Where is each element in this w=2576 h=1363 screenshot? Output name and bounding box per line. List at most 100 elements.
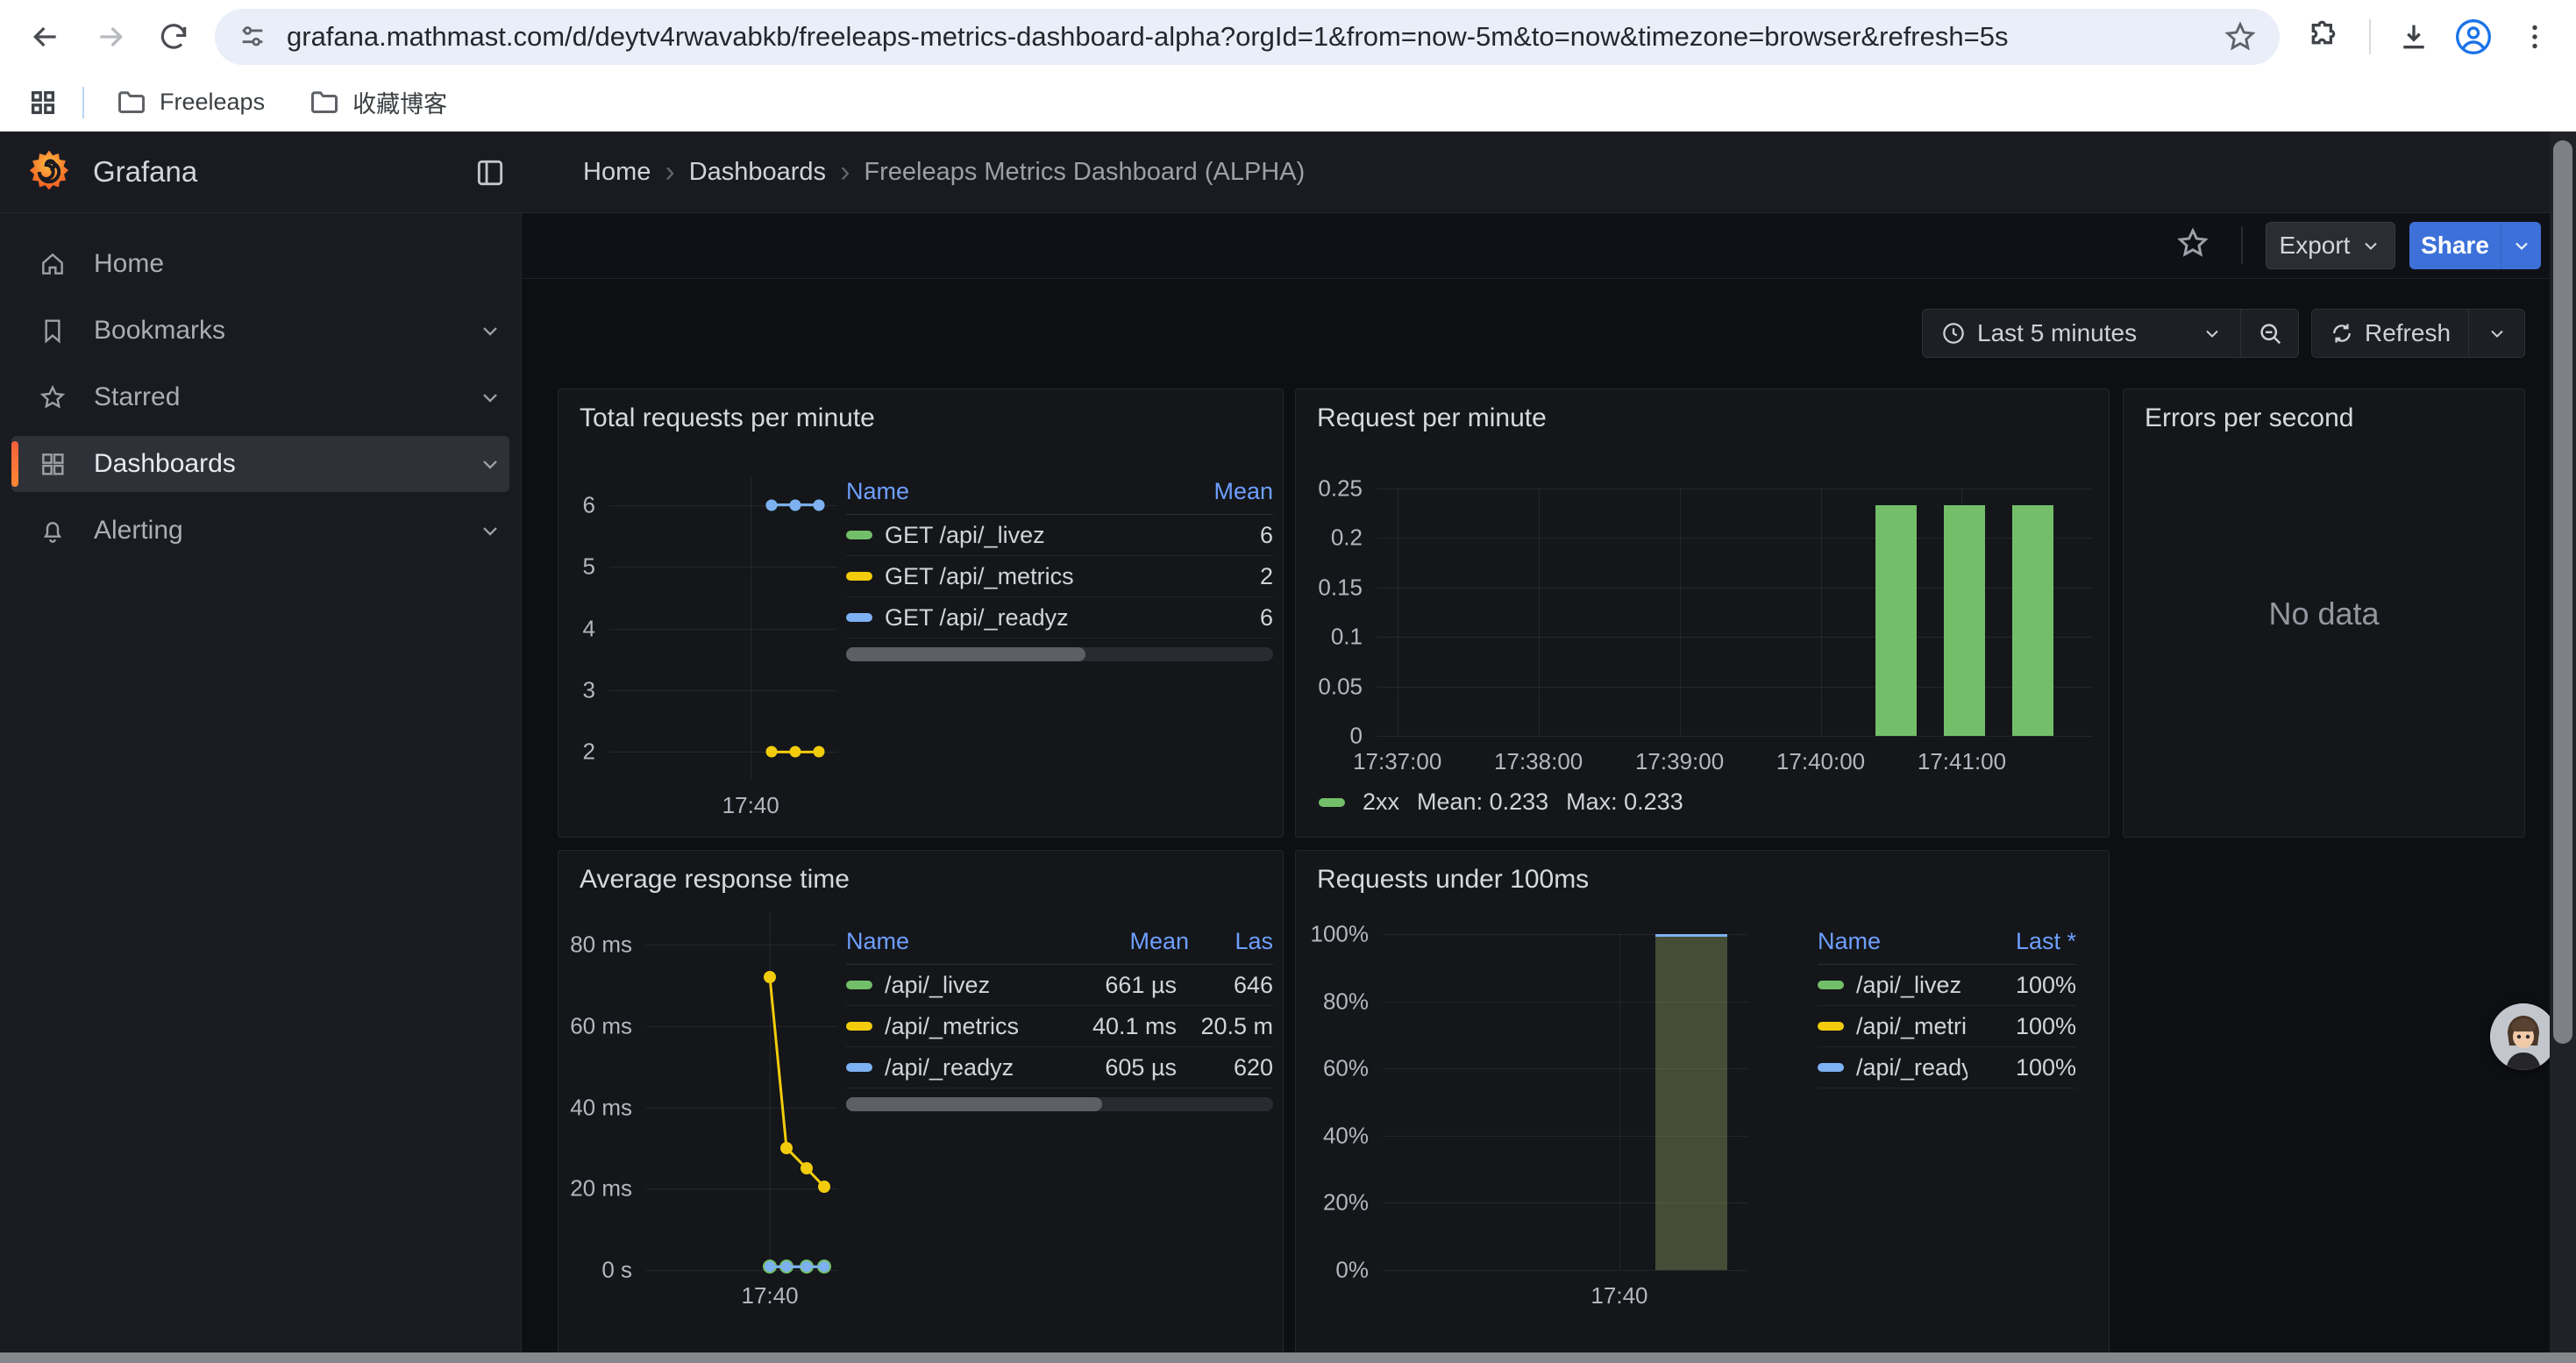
x-tick-label: 17:41:00 <box>1918 748 2006 775</box>
export-button[interactable]: Export <box>2266 222 2395 269</box>
breadcrumb-current: Freeleaps Metrics Dashboard (ALPHA) <box>864 158 1305 187</box>
legend-row[interactable]: GET /api/_readyz 6 <box>846 597 1273 639</box>
y-tick-label: 0.1 <box>1331 624 1363 651</box>
legend-row[interactable]: /api/_livez 661 µs 646 <box>846 965 1273 1006</box>
legend-table: Name Mean Las /api/_livez 661 µs 646 /ap… <box>846 923 1273 1111</box>
bell-icon <box>11 517 94 545</box>
x-tick-label: 17:37:00 <box>1353 748 1441 775</box>
panel-title[interactable]: Total requests per minute <box>580 403 875 433</box>
share-button[interactable]: Share <box>2409 222 2501 269</box>
chevron-down-icon <box>2360 235 2381 256</box>
panel-title[interactable]: Average response time <box>580 865 850 895</box>
grafana-header: Grafana Home › Dashboards › Freeleaps Me… <box>0 132 2576 213</box>
series-mean: Mean: 0.233 <box>1417 789 1548 816</box>
chevron-down-icon[interactable] <box>478 318 502 343</box>
extensions-icon[interactable] <box>2302 15 2345 59</box>
legend-col-last[interactable]: Last * <box>1980 928 2076 955</box>
legend-col-name[interactable]: Name <box>846 478 1177 505</box>
panel-title[interactable]: Request per minute <box>1317 403 1547 433</box>
back-icon[interactable] <box>19 11 72 63</box>
url-text[interactable]: grafana.mathmast.com/d/deytv4rwavabkb/fr… <box>287 21 2224 53</box>
chevron-down-icon[interactable] <box>478 452 502 476</box>
zoom-out-button[interactable] <box>2241 309 2299 358</box>
bookmark-folder-blogs[interactable]: 收藏博客 <box>295 80 461 125</box>
time-picker-group: Last 5 minutes <box>1922 309 2299 358</box>
horizontal-scrollbar[interactable] <box>0 1352 2576 1363</box>
average-response-time-chart[interactable]: 0 s20 ms40 ms60 ms80 ms17:40 <box>646 912 837 1270</box>
series-color-pill <box>846 531 872 539</box>
chevron-down-icon[interactable] <box>478 385 502 410</box>
sidebar-item-starred[interactable]: Starred <box>11 369 509 425</box>
x-tick-label: 17:40 <box>1590 1282 1647 1309</box>
series-color-pill <box>846 981 872 989</box>
refresh-button[interactable]: Refresh <box>2311 309 2469 358</box>
grafana-logo[interactable] <box>25 147 74 196</box>
series-name[interactable]: 2xx <box>1363 789 1399 816</box>
legend-row[interactable]: /api/_livez 100% <box>1818 965 2076 1006</box>
legend-row[interactable]: /api/_metrics 40.1 ms 20.5 m <box>846 1006 1273 1047</box>
legend-row[interactable]: /api/_readyz 100% <box>1818 1047 2076 1088</box>
url-bar[interactable]: grafana.mathmast.com/d/deytv4rwavabkb/fr… <box>215 9 2280 65</box>
share-dropdown-button[interactable] <box>2501 222 2541 269</box>
sidebar-toggle-icon[interactable] <box>473 156 507 189</box>
legend-row[interactable]: GET /api/_livez 6 <box>846 515 1273 556</box>
sidebar-item-dashboards[interactable]: Dashboards <box>11 436 509 492</box>
toolbar-divider <box>2241 227 2243 264</box>
breadcrumb-home[interactable]: Home <box>583 158 651 187</box>
legend-col-name[interactable]: Name <box>846 928 1057 955</box>
chevron-down-icon <box>2487 323 2508 344</box>
folder-icon <box>116 87 147 118</box>
share-button-group: Share <box>2409 222 2541 269</box>
legend-row[interactable]: /api/_readyz 605 µs 620 <box>846 1047 1273 1088</box>
panel-title[interactable]: Requests under 100ms <box>1317 865 1589 895</box>
brand-name[interactable]: Grafana <box>93 155 197 189</box>
sidebar-item-alerting[interactable]: Alerting <box>11 503 509 559</box>
vertical-scrollbar[interactable] <box>2550 132 2576 1363</box>
site-settings-icon[interactable] <box>238 22 267 52</box>
legend-col-name[interactable]: Name <box>1818 928 1980 955</box>
y-tick-label: 0.15 <box>1318 574 1363 601</box>
breadcrumb: Home › Dashboards › Freeleaps Metrics Da… <box>583 132 1305 212</box>
chevron-down-icon <box>2202 323 2223 344</box>
floating-assistant-avatar[interactable] <box>2490 1003 2557 1070</box>
request-per-minute-chart[interactable]: 00.050.10.150.20.2517:37:0017:38:0017:39… <box>1377 489 2093 736</box>
y-tick-label: 40% <box>1323 1122 1369 1149</box>
vertical-scrollbar-thumb[interactable] <box>2553 140 2572 1044</box>
requests-under-100ms-chart[interactable]: 0%20%40%60%80%100%17:40 <box>1383 934 1747 1270</box>
panel-title[interactable]: Errors per second <box>2145 403 2353 433</box>
bookmark-star-icon[interactable] <box>2224 20 2257 54</box>
panel-requests-under-100ms: Requests under 100ms 0%20%40%60%80%100%1… <box>1295 850 2110 1363</box>
menu-kebab-icon[interactable] <box>2513 15 2557 59</box>
data-point <box>819 1261 829 1272</box>
profile-icon[interactable] <box>2451 15 2495 59</box>
sidebar-item-bookmarks[interactable]: Bookmarks <box>11 303 509 359</box>
sidebar-item-home[interactable]: Home <box>11 236 509 292</box>
breadcrumb-dashboards[interactable]: Dashboards <box>689 158 826 187</box>
refresh-interval-dropdown[interactable] <box>2469 309 2525 358</box>
legend-table: Name Last * /api/_livez 100% /api/_metri… <box>1818 923 2076 1088</box>
reload-icon[interactable] <box>147 11 200 63</box>
legend-col-last[interactable]: Las <box>1189 928 1273 955</box>
total-requests-chart[interactable]: 2345617:40 <box>609 477 837 780</box>
favorite-star-icon[interactable] <box>2175 225 2210 260</box>
bar <box>2012 505 2053 736</box>
y-tick-label: 3 <box>583 676 595 703</box>
time-range-picker[interactable]: Last 5 minutes <box>1922 309 2241 358</box>
folder-icon <box>309 87 340 118</box>
legend-row[interactable]: GET /api/_metrics 2 <box>846 556 1273 597</box>
legend-scrollbar[interactable] <box>846 1097 1273 1111</box>
bar <box>1875 505 1917 736</box>
star-icon <box>11 383 94 411</box>
download-icon[interactable] <box>2392 15 2436 59</box>
legend-col-mean[interactable]: Mean <box>1177 478 1273 505</box>
bar <box>1655 934 1727 1270</box>
apps-grid-icon[interactable] <box>21 81 65 125</box>
chevron-down-icon[interactable] <box>478 518 502 543</box>
bookmarks-divider <box>82 87 84 118</box>
legend-inline[interactable]: 2xx Mean: 0.233 Max: 0.233 <box>1319 789 1683 816</box>
forward-icon[interactable] <box>84 11 137 63</box>
bookmark-folder-freeleaps[interactable]: Freeleaps <box>102 82 279 124</box>
legend-scrollbar[interactable] <box>846 647 1273 661</box>
legend-col-mean[interactable]: Mean <box>1057 928 1189 955</box>
legend-row[interactable]: /api/_metrics 100% <box>1818 1006 2076 1047</box>
